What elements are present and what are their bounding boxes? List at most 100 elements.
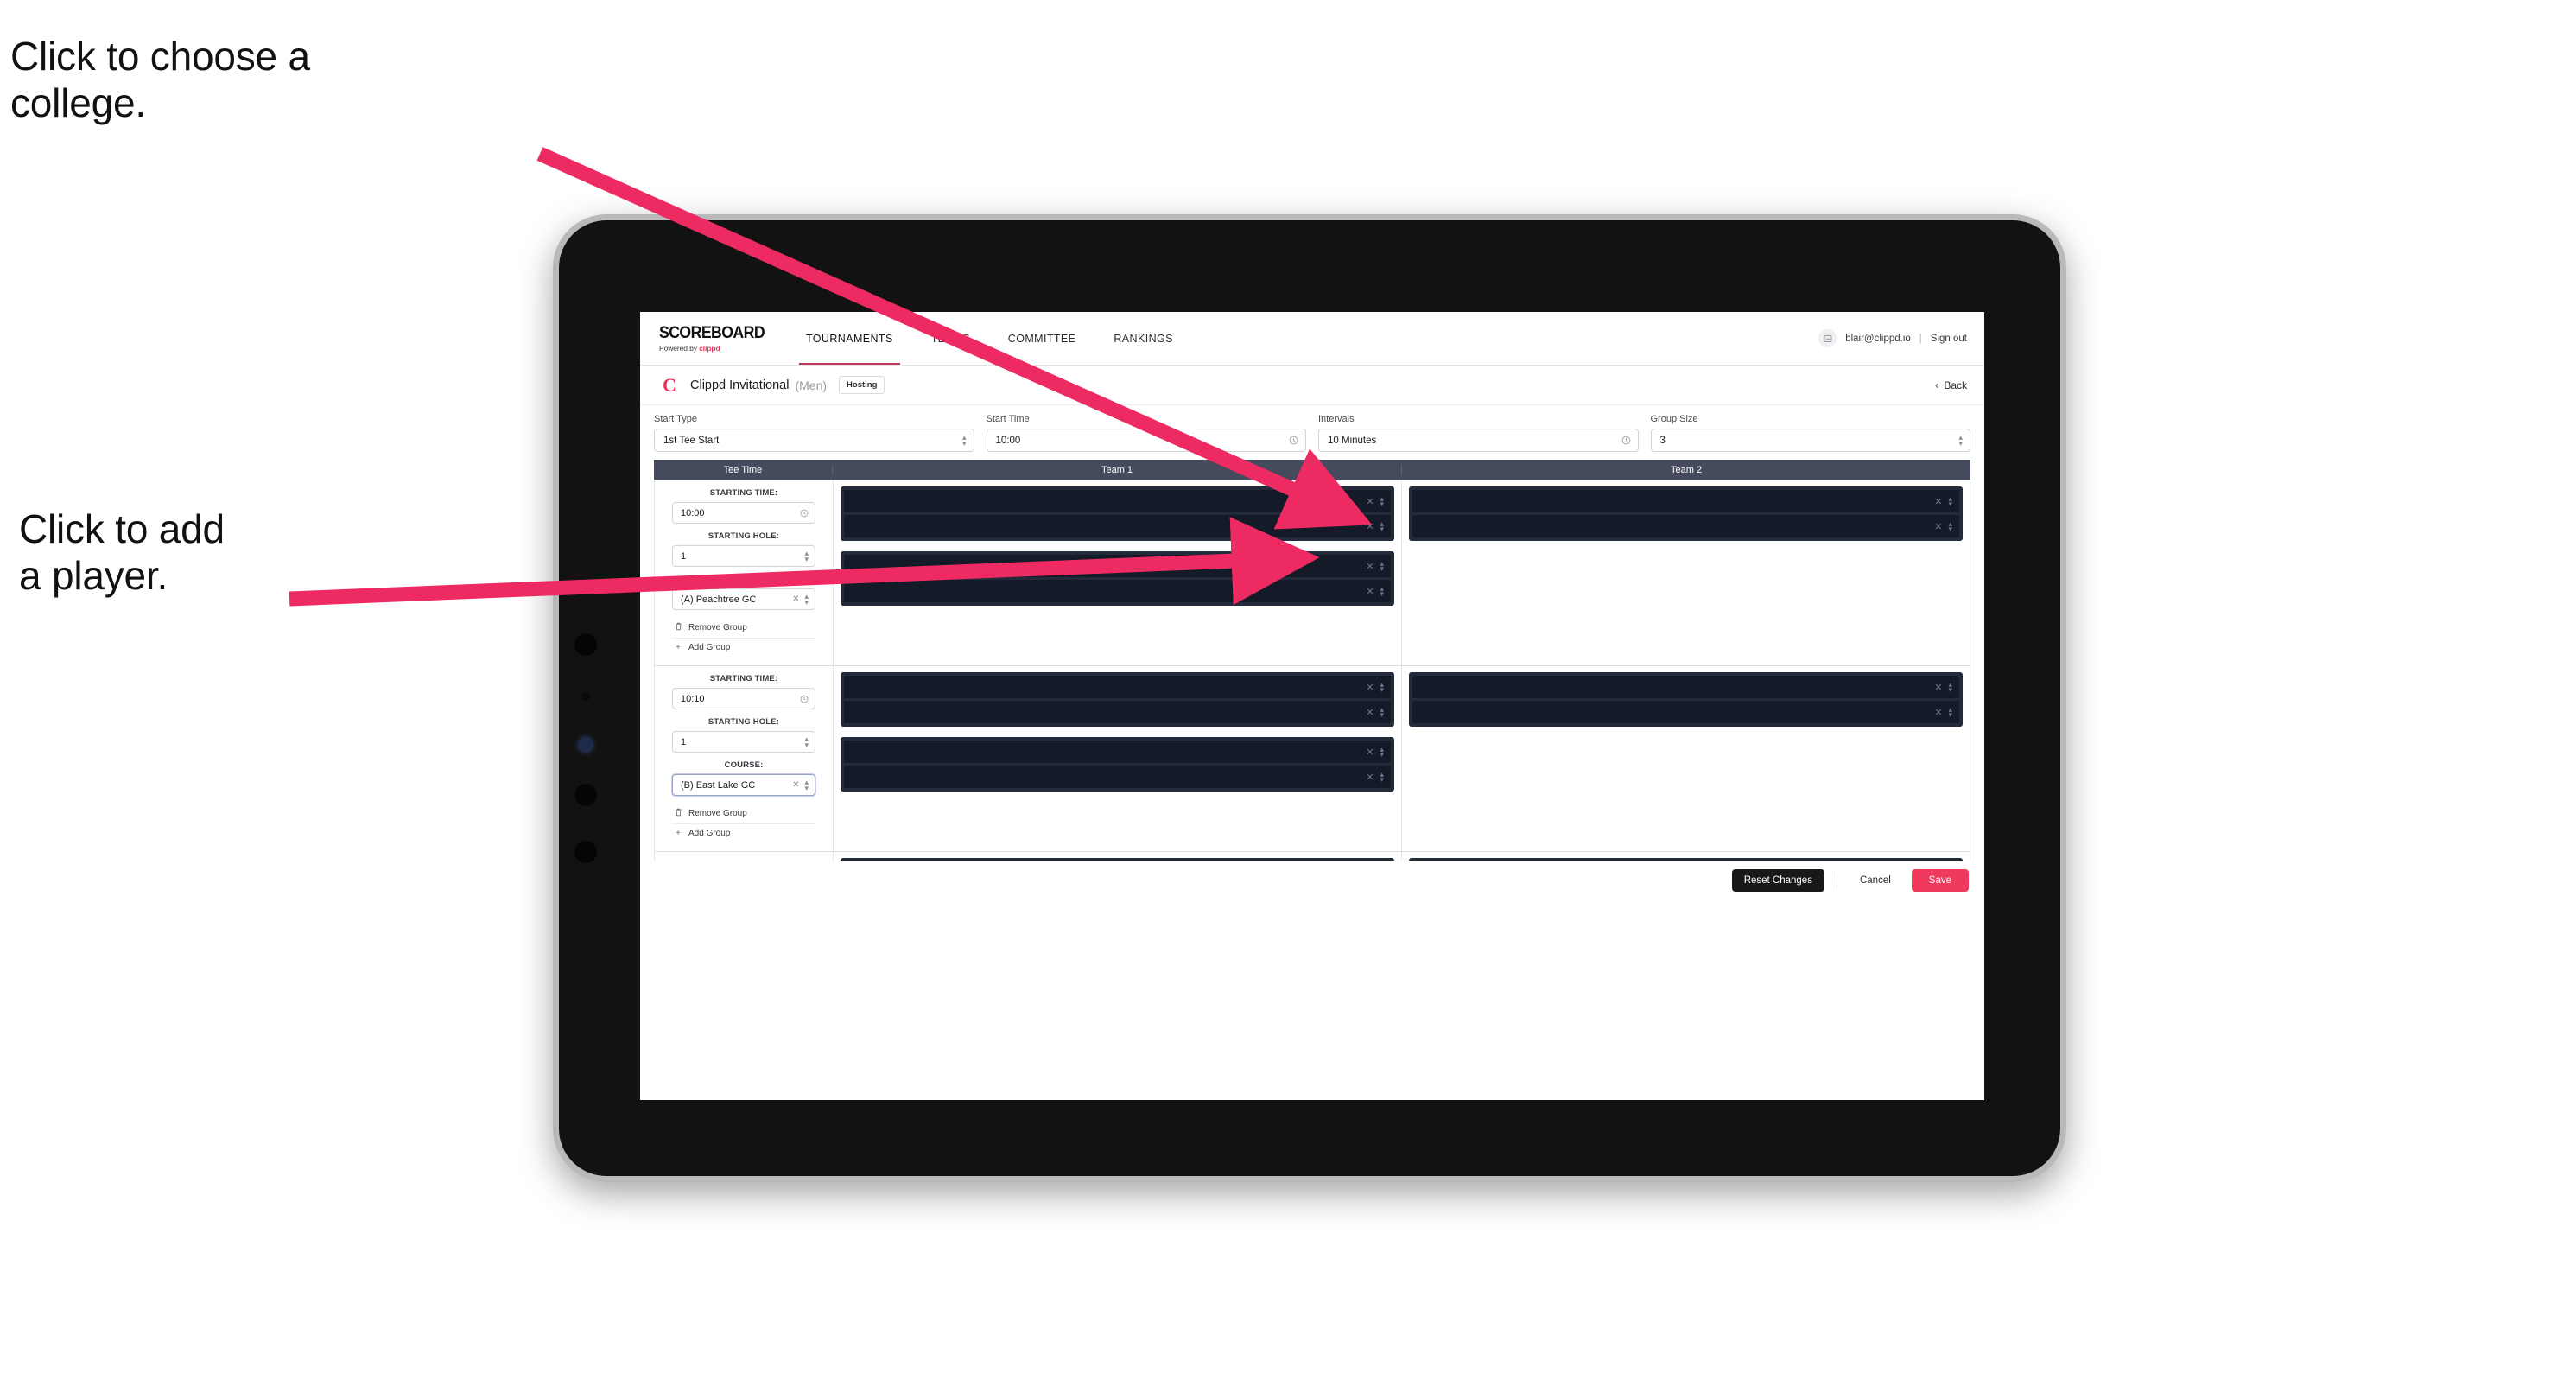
close-x-icon[interactable]: ✕ bbox=[1934, 707, 1942, 718]
stepper-icon[interactable]: ▴ ▾ bbox=[1958, 433, 1963, 447]
start-type-select[interactable]: 1st Tee Start ▴ ▾ bbox=[654, 429, 974, 452]
add-group-button[interactable]: + Add Group bbox=[672, 824, 815, 842]
close-x-icon[interactable]: ✕ bbox=[1934, 521, 1942, 532]
tournament-header: C Clippd Invitational (Men) Hosting ‹ Ba… bbox=[640, 366, 1984, 405]
remove-group-button[interactable]: Remove Group bbox=[672, 618, 815, 639]
close-x-icon[interactable]: ✕ bbox=[1366, 707, 1374, 718]
logo-tagline: Powered by clippd bbox=[659, 344, 752, 353]
stepper-icon[interactable]: ▴ ▾ bbox=[804, 592, 809, 606]
clock-icon[interactable] bbox=[1621, 436, 1631, 445]
column-header-team-1: Team 1 bbox=[833, 465, 1402, 475]
group-size-select[interactable]: 3 ▴ ▾ bbox=[1650, 429, 1970, 452]
clock-icon[interactable] bbox=[800, 695, 809, 703]
nav-tabs: TOURNAMENTS TEAMS COMMITTEE RANKINGS bbox=[787, 312, 1192, 365]
course-label: COURSE: bbox=[724, 760, 764, 770]
stepper-icon[interactable]: ▴ ▾ bbox=[804, 734, 809, 748]
stepper-icon[interactable]: ▴ ▾ bbox=[1380, 680, 1384, 694]
starting-hole-input[interactable]: 1 ▴ ▾ bbox=[672, 731, 815, 753]
stepper-icon[interactable]: ▴ ▾ bbox=[804, 778, 809, 792]
course-value: (B) East Lake GC bbox=[681, 779, 756, 791]
stepper-icon[interactable]: ▴ ▾ bbox=[1380, 770, 1384, 784]
remove-group-button[interactable]: Remove Group bbox=[672, 804, 815, 824]
stepper-icon[interactable]: ▴ ▾ bbox=[1380, 559, 1384, 573]
stepper-icon[interactable]: ▴ ▾ bbox=[1948, 494, 1952, 508]
scoreboard-logo[interactable]: SCOREBOARD Powered by clippd bbox=[659, 325, 765, 353]
close-x-icon[interactable]: ✕ bbox=[1366, 496, 1374, 507]
nav-tab-teams[interactable]: TEAMS bbox=[912, 312, 989, 365]
stepper-icon[interactable]: ▴ ▾ bbox=[1380, 705, 1384, 719]
stepper-icon[interactable]: ▴ ▾ bbox=[1380, 584, 1384, 598]
player-slot[interactable]: ✕ ▴ ▾ bbox=[844, 766, 1391, 788]
add-group-button[interactable]: + Add Group bbox=[672, 639, 815, 657]
player-slot[interactable]: ✕ ▴ ▾ bbox=[844, 515, 1391, 537]
group-slot-card: ✕ ▴▾ ✕ ▴▾ bbox=[1409, 858, 1963, 861]
starting-hole-input[interactable]: 1 ▴ ▾ bbox=[672, 545, 815, 567]
player-slot[interactable]: ✕ ▴ ▾ bbox=[844, 580, 1391, 602]
stepper-icon[interactable]: ▴ ▾ bbox=[804, 549, 809, 563]
bezel-sensor-icon bbox=[574, 633, 597, 656]
player-slot[interactable]: ✕ ▴ ▾ bbox=[844, 741, 1391, 763]
save-button[interactable]: Save bbox=[1911, 869, 1969, 892]
sign-out-link[interactable]: Sign out bbox=[1931, 334, 1967, 344]
stepper-icon[interactable]: ▴ ▾ bbox=[1948, 705, 1952, 719]
close-x-icon[interactable]: ✕ bbox=[1934, 496, 1942, 507]
stepper-icon[interactable]: ▴ ▾ bbox=[1948, 519, 1952, 533]
reset-changes-button[interactable]: Reset Changes bbox=[1731, 869, 1824, 892]
close-x-icon[interactable]: ✕ bbox=[1366, 747, 1374, 758]
tablet-device: SCOREBOARD Powered by clippd TOURNAMENTS… bbox=[553, 214, 2066, 1182]
player-slot[interactable]: ✕ ▴ ▾ bbox=[844, 676, 1391, 698]
nav-tab-tournaments[interactable]: TOURNAMENTS bbox=[787, 312, 912, 365]
nav-tab-rankings[interactable]: RANKINGS bbox=[1094, 312, 1192, 365]
player-slot[interactable]: ✕ ▴ ▾ bbox=[844, 555, 1391, 577]
stepper-icon[interactable]: ▴ ▾ bbox=[962, 433, 967, 447]
group-slot-card: ✕ ▴▾ ✕ ▴▾ bbox=[841, 672, 1394, 727]
team-1-cell: ✕ ▴▾ ✕ ▴▾ bbox=[834, 852, 1402, 861]
clock-icon[interactable] bbox=[800, 509, 809, 518]
starting-time-label: STARTING TIME: bbox=[672, 860, 815, 861]
team-2-cell: ✕ ▴▾ ✕ ▴▾ bbox=[1402, 480, 1970, 665]
close-x-icon[interactable]: ✕ bbox=[792, 594, 799, 604]
player-name-redacted bbox=[1421, 701, 1934, 723]
stepper-icon[interactable]: ▴ ▾ bbox=[1380, 745, 1384, 759]
nav-tab-committee[interactable]: COMMITTEE bbox=[989, 312, 1095, 365]
table-body[interactable]: STARTING TIME: 10:00 STARTING HOLE: 1 ▴ ▾ bbox=[654, 480, 1970, 861]
close-x-icon[interactable]: ✕ bbox=[792, 780, 799, 790]
course-label: COURSE: bbox=[724, 575, 764, 584]
user-avatar-icon[interactable] bbox=[1818, 329, 1837, 347]
player-slot[interactable]: ✕ ▴ ▾ bbox=[1412, 490, 1959, 512]
cancel-button[interactable]: Cancel bbox=[1850, 869, 1901, 892]
stepper-icon[interactable]: ▴ ▾ bbox=[1380, 494, 1384, 508]
intervals-input[interactable]: 10 Minutes bbox=[1318, 429, 1639, 452]
close-x-icon[interactable]: ✕ bbox=[1366, 521, 1374, 532]
player-slot[interactable]: ✕ ▴ ▾ bbox=[1412, 676, 1959, 698]
close-x-icon[interactable]: ✕ bbox=[1934, 682, 1942, 693]
course-select[interactable]: (A) Peachtree GC ✕ ▴ ▾ bbox=[672, 588, 815, 610]
starting-time-input[interactable]: 10:00 bbox=[672, 502, 815, 524]
group-size-field: Group Size 3 ▴ ▾ bbox=[1650, 414, 1970, 452]
starting-time-label: STARTING TIME: bbox=[709, 488, 778, 498]
tee-time-cell: STARTING TIME: 10:00 STARTING HOLE: 1 ▴ ▾ bbox=[655, 480, 834, 665]
group-slot-card: ✕ ▴▾ ✕ ▴▾ bbox=[1409, 672, 1963, 727]
table-header-row: Tee Time Team 1 Team 2 bbox=[654, 460, 1970, 480]
starting-hole-label: STARTING HOLE: bbox=[707, 717, 780, 727]
plus-icon: + bbox=[676, 829, 681, 838]
start-time-input[interactable]: 10:00 bbox=[986, 429, 1306, 452]
close-x-icon[interactable]: ✕ bbox=[1366, 586, 1374, 597]
group-size-label: Group Size bbox=[1650, 414, 1698, 424]
stepper-icon[interactable]: ▴ ▾ bbox=[1380, 519, 1384, 533]
close-x-icon[interactable]: ✕ bbox=[1366, 772, 1374, 783]
player-slot[interactable]: ✕ ▴ ▾ bbox=[1412, 515, 1959, 537]
player-name-redacted bbox=[853, 580, 1366, 602]
clock-icon[interactable] bbox=[1289, 436, 1298, 445]
player-slot[interactable]: ✕ ▴ ▾ bbox=[844, 701, 1391, 723]
player-slot[interactable]: ✕ ▴ ▾ bbox=[844, 490, 1391, 512]
close-x-icon[interactable]: ✕ bbox=[1366, 561, 1374, 572]
close-x-icon[interactable]: ✕ bbox=[1366, 682, 1374, 693]
group-size-value: 3 bbox=[1659, 435, 1666, 446]
starting-time-input[interactable]: 10:10 bbox=[672, 688, 815, 709]
back-button[interactable]: ‹ Back bbox=[1935, 378, 1967, 391]
player-slot[interactable]: ✕ ▴ ▾ bbox=[1412, 701, 1959, 723]
course-select[interactable]: (B) East Lake GC ✕ ▴ ▾ bbox=[672, 774, 815, 796]
stepper-icon[interactable]: ▴ ▾ bbox=[1948, 680, 1952, 694]
start-type-value: 1st Tee Start bbox=[663, 435, 720, 446]
